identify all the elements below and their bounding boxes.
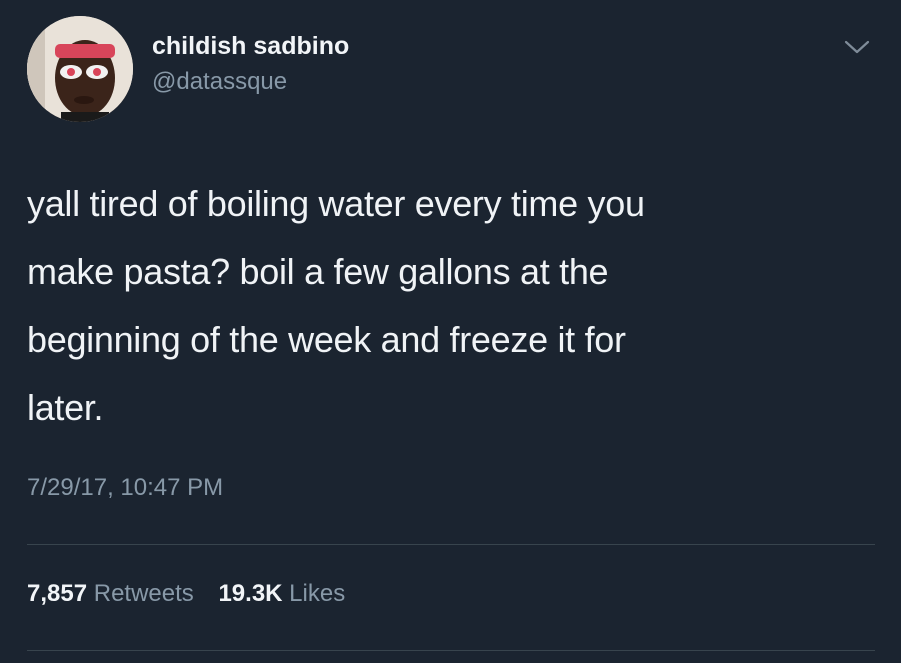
divider bbox=[27, 544, 875, 545]
retweets-stat[interactable]: 7,857 Retweets bbox=[27, 580, 194, 607]
author-info: childish sadbino @datassque bbox=[152, 30, 349, 98]
divider bbox=[27, 650, 875, 651]
tweet-card: childish sadbino @datassque yall tired o… bbox=[0, 0, 901, 663]
author-handle[interactable]: @datassque bbox=[152, 66, 349, 98]
tweet-text-line: make pasta? boil a few gallons at the bbox=[27, 251, 609, 292]
chevron-down-icon[interactable] bbox=[842, 36, 872, 58]
avatar-photo bbox=[27, 16, 133, 122]
likes-count: 19.3K bbox=[218, 580, 283, 607]
tweet-timestamp[interactable]: 7/29/17, 10:47 PM bbox=[27, 474, 223, 502]
retweets-count: 7,857 bbox=[27, 580, 88, 607]
retweets-label: Retweets bbox=[93, 580, 194, 607]
tweet-text-line: yall tired of boiling water every time y… bbox=[27, 183, 645, 224]
avatar[interactable] bbox=[27, 16, 133, 122]
likes-stat[interactable]: 19.3K Likes bbox=[218, 580, 345, 607]
tweet-text: yall tired of boiling water every time y… bbox=[27, 170, 867, 442]
tweet-text-line: beginning of the week and freeze it for bbox=[27, 319, 626, 360]
likes-label: Likes bbox=[289, 580, 346, 607]
author-display-name[interactable]: childish sadbino bbox=[152, 30, 349, 62]
tweet-text-line: later. bbox=[27, 387, 104, 428]
tweet-stats: 7,857 Retweets 19.3K Likes bbox=[27, 580, 363, 608]
